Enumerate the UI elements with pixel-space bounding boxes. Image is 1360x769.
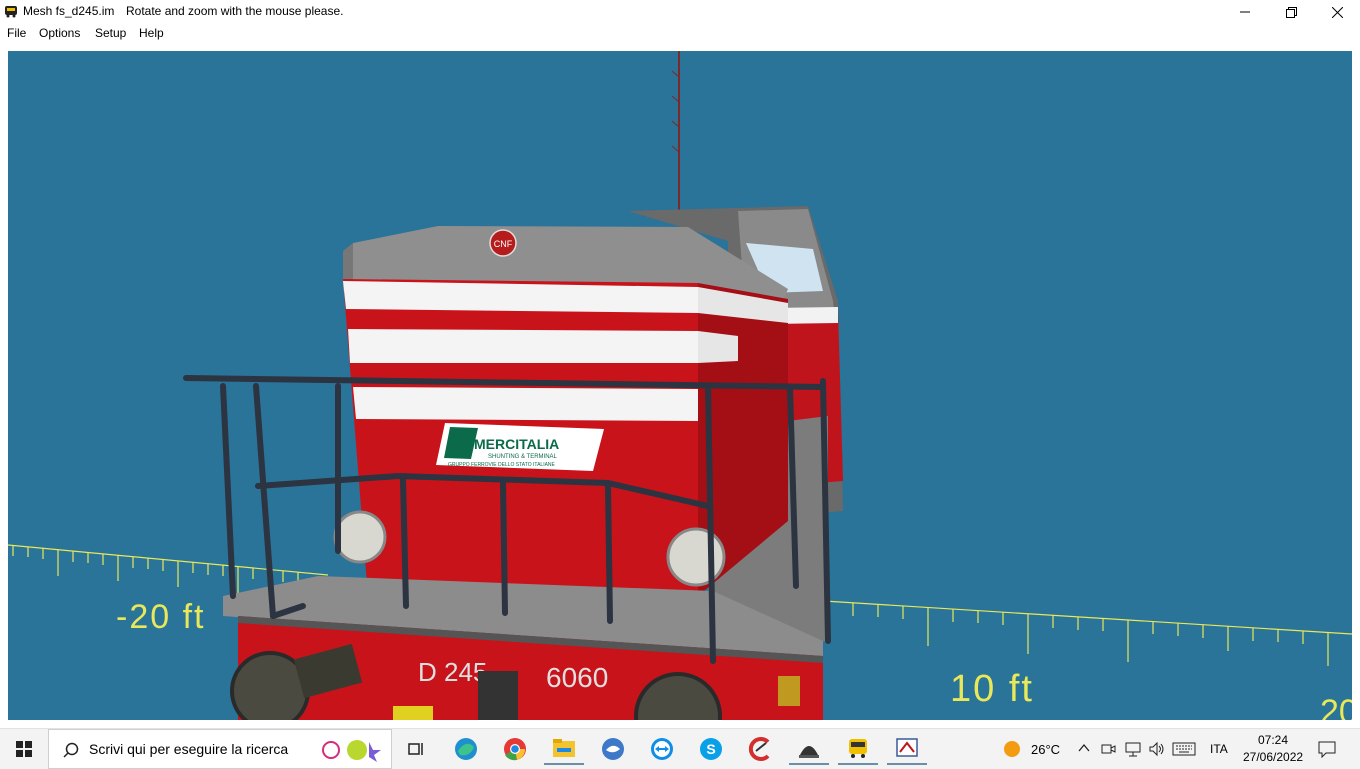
- minimize-button[interactable]: [1222, 0, 1268, 24]
- start-button[interactable]: [0, 729, 48, 769]
- teamviewer-icon[interactable]: [642, 733, 682, 765]
- taskbar: Scrivi qui per eseguire la ricerca S 26°…: [0, 728, 1360, 769]
- ruler-left-label: -20 ft: [116, 598, 205, 636]
- close-button[interactable]: [1314, 0, 1360, 24]
- window-hint: Rotate and zoom with the mouse please.: [126, 4, 344, 18]
- meet-now-icon[interactable]: [1100, 741, 1116, 757]
- loco-number-left: D 245: [418, 657, 487, 687]
- mercitalia-logo: MERCITALIA SHUNTING & TERMINAL GRUPPO FE…: [436, 423, 604, 471]
- headlight-right: [666, 527, 726, 587]
- ruler-right: [807, 599, 1352, 666]
- headlight-left: [333, 510, 387, 564]
- chevron-up-icon[interactable]: [1078, 743, 1090, 753]
- title-bar: Mesh fs_d245.im Rotate and zoom with the…: [0, 0, 1360, 24]
- language-indicator[interactable]: ITA: [1210, 742, 1228, 756]
- logo-brand: MERCITALIA: [474, 436, 559, 452]
- antenna: [671, 51, 680, 211]
- notification-icon[interactable]: [1318, 741, 1336, 758]
- edge-icon[interactable]: [446, 733, 486, 765]
- cap-app-icon[interactable]: [789, 733, 829, 765]
- bus-app-icon[interactable]: [838, 733, 878, 765]
- keyboard-icon[interactable]: [1172, 742, 1196, 756]
- ccleaner-icon[interactable]: [740, 733, 780, 765]
- menu-file[interactable]: File: [7, 26, 26, 40]
- locomotive: CNF MERCITALIA SHUNTING & TERMINAL GRUPP…: [183, 206, 843, 720]
- volume-icon[interactable]: [1148, 741, 1166, 757]
- windows-icon: [16, 741, 32, 757]
- restore-button[interactable]: [1268, 0, 1314, 24]
- chrome-icon[interactable]: [495, 733, 535, 765]
- weather-sun-icon[interactable]: [1003, 740, 1021, 758]
- mesh-tool-icon[interactable]: [887, 733, 927, 765]
- clock-date[interactable]: 27/06/2022: [1243, 750, 1303, 764]
- clock-time[interactable]: 07:24: [1258, 733, 1288, 747]
- logo-sub: SHUNTING & TERMINAL: [488, 454, 558, 460]
- menu-bar: File Options Setup Help: [0, 24, 1360, 44]
- search-icon: [63, 742, 79, 758]
- skype-icon[interactable]: S: [691, 733, 731, 765]
- file-explorer-icon[interactable]: [544, 733, 584, 765]
- menu-setup[interactable]: Setup: [95, 26, 126, 40]
- loco-number-right: 6060: [546, 662, 608, 693]
- logo-group: GRUPPO FERROVIE DELLO STATO ITALIANE: [448, 462, 556, 468]
- task-view-icon[interactable]: [396, 733, 436, 765]
- svg-text:S: S: [706, 741, 715, 757]
- weather-temp[interactable]: 26°C: [1031, 742, 1060, 757]
- ruler-right-label: 10 ft: [950, 668, 1034, 710]
- search-highlight-icon: [322, 740, 381, 762]
- window-title: Mesh fs_d245.im: [23, 4, 115, 18]
- menu-help[interactable]: Help: [139, 26, 164, 40]
- network-icon[interactable]: [1124, 741, 1142, 757]
- bird-app-icon[interactable]: [593, 733, 633, 765]
- menu-options[interactable]: Options: [39, 26, 80, 40]
- mesh-viewport[interactable]: -20 ft 10 ft 20 CNF MERCITALIA SHUNTING …: [8, 51, 1352, 720]
- app-icon: [4, 4, 18, 18]
- search-placeholder: Scrivi qui per eseguire la ricerca: [89, 741, 289, 757]
- cnf-badge: CNF: [494, 239, 513, 249]
- search-box[interactable]: Scrivi qui per eseguire la ricerca: [48, 729, 392, 769]
- ruler-far-label: 20: [1320, 693, 1352, 720]
